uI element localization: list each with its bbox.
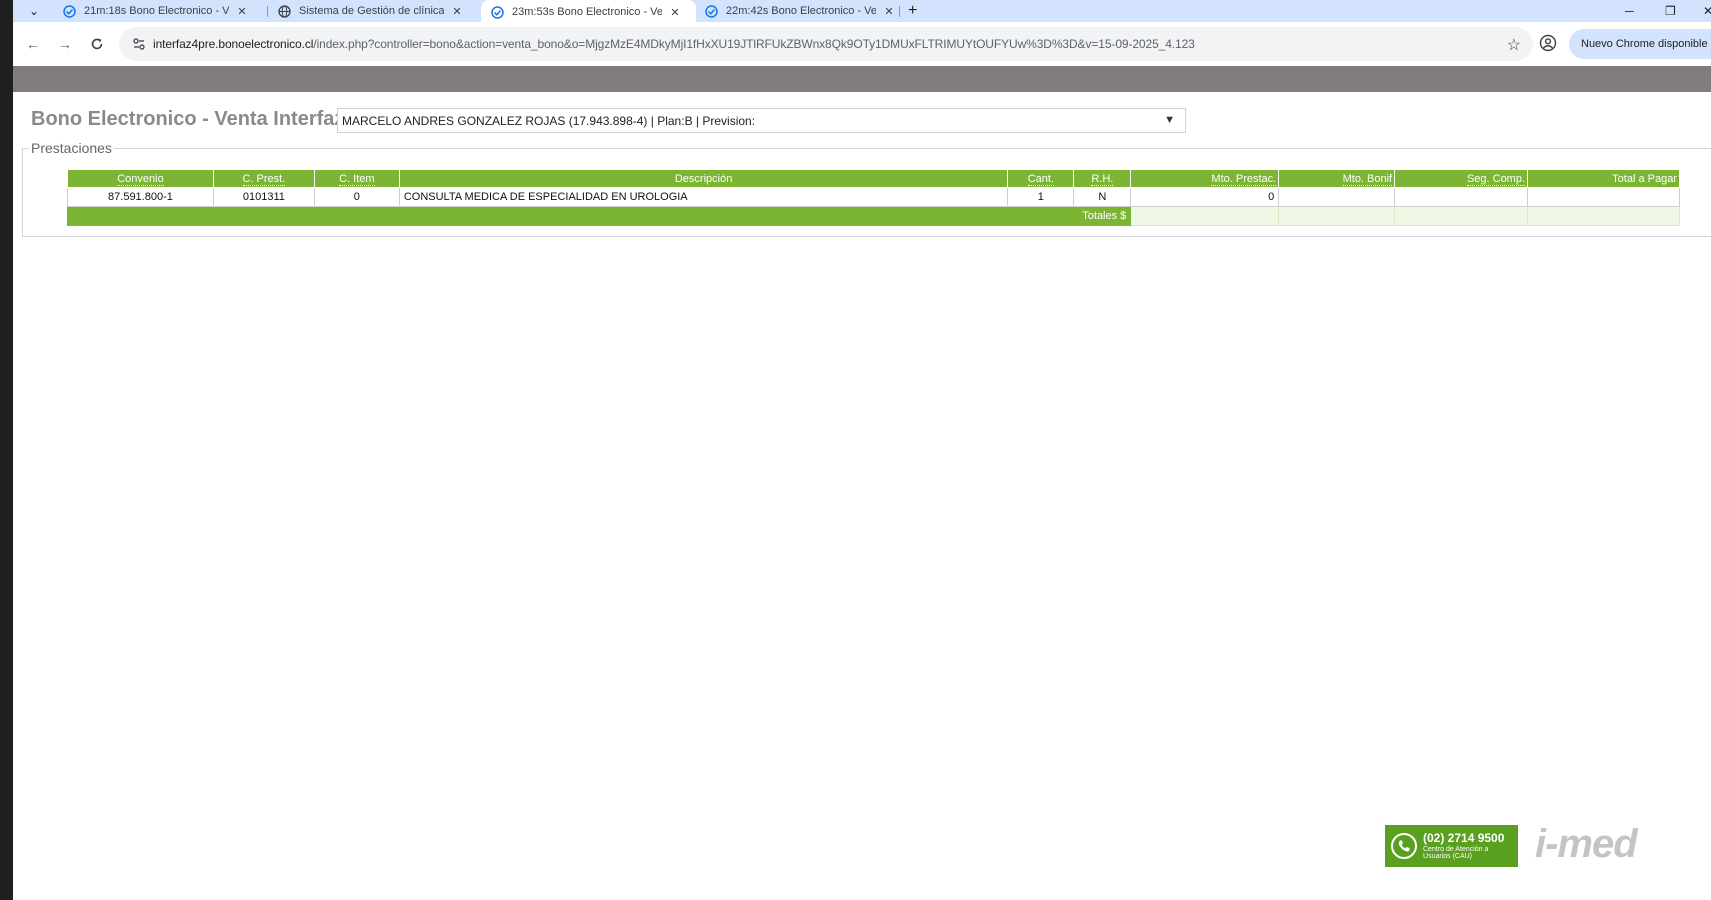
header-cant[interactable]: Cant. [1007, 169, 1075, 188]
header-mto-prestac[interactable]: Mto. Prestac. [1130, 169, 1280, 188]
restore-icon[interactable]: ❐ [1665, 0, 1676, 22]
cell-c-prest: 0101311 [212, 187, 315, 207]
back-arrow-icon[interactable]: ← [23, 34, 43, 54]
cau-caption: Centro de Atención a Usuarios (CAU) [1423, 846, 1489, 860]
url-path: /index.php?controller=bono&action=venta_… [313, 37, 1195, 51]
cau-phone-number: (02) 2714 9500 [1423, 831, 1505, 845]
prestaciones-table: Convenio C. Prest. C. Item Descripción C… [66, 169, 1680, 226]
totals-row: Totales $ [66, 206, 1680, 226]
tab-2[interactable]: Sistema de Gestión de clínica | Ag ✕ [268, 0, 478, 22]
cell-descripcion: CONSULTA MEDICA DE ESPECIALIDAD EN UROLO… [398, 187, 1009, 207]
header-c-item[interactable]: C. Item [313, 169, 400, 188]
cell-seg-comp [1394, 187, 1529, 207]
cell-cant: 1 [1007, 187, 1075, 207]
desktop-edge [0, 0, 13, 900]
tab-3-active[interactable]: 23m:53s Bono Electronico - Venta ✕ [481, 0, 696, 24]
imed-logo: i-med [1535, 822, 1638, 866]
tab-separator [899, 6, 900, 17]
bookmark-star-icon[interactable]: ☆ [1507, 35, 1521, 55]
tab-title: 21m:18s Bono Electronico - Venta [84, 5, 229, 17]
prestaciones-legend: Prestaciones [31, 140, 112, 156]
tab-close-icon[interactable]: ✕ [450, 5, 464, 18]
phone-icon [1391, 833, 1417, 859]
total-mto-prestac [1130, 206, 1280, 226]
forward-arrow-icon[interactable]: → [55, 34, 75, 54]
table-row: 87.591.800-1 0101311 0 CONSULTA MEDICA D… [67, 187, 1680, 207]
patient-select[interactable]: MARCELO ANDRES GONZALEZ ROJAS (17.943.89… [337, 108, 1186, 133]
header-convenio[interactable]: Convenio [67, 169, 214, 188]
bono-favicon-icon [63, 4, 76, 18]
cell-total [1527, 187, 1680, 207]
cell-mto-prestac: 0 [1130, 187, 1280, 207]
total-mto-bonif [1278, 206, 1396, 226]
header-seg-comp[interactable]: Seg. Comp. [1394, 169, 1529, 188]
cell-mto-bonif [1278, 187, 1396, 207]
screen: ⌄ 21m:18s Bono Electronico - Venta ✕ Sis… [0, 0, 1711, 900]
page-header-band [13, 66, 1711, 92]
cell-c-item: 0 [313, 187, 400, 207]
tab-title: 23m:53s Bono Electronico - Venta [512, 6, 662, 18]
header-mto-bonif[interactable]: Mto. Bonif [1278, 169, 1396, 188]
tab-search-icon[interactable]: ⌄ [23, 0, 45, 22]
new-tab-button[interactable]: + [908, 0, 917, 22]
reload-icon[interactable] [87, 34, 107, 54]
total-a-pagar [1527, 206, 1680, 226]
page-title: Bono Electronico - Venta Interfaz [31, 108, 337, 130]
tab-4[interactable]: 22m:42s Bono Electronico - Venta ✕ [695, 0, 905, 22]
url-text[interactable]: interfaz4pre.bonoelectronico.cl/index.ph… [153, 37, 1195, 51]
bono-favicon-icon [705, 4, 718, 18]
header-total: Total a Pagar [1527, 169, 1680, 188]
patient-select-value: MARCELO ANDRES GONZALEZ ROJAS (17.943.89… [342, 113, 756, 128]
total-seg-comp [1394, 206, 1529, 226]
tab-title: Sistema de Gestión de clínica | Ag [299, 5, 444, 17]
tab-strip: ⌄ 21m:18s Bono Electronico - Venta ✕ Sis… [13, 0, 1711, 24]
browser-toolbar: ← → interfaz4pre.bonoelectronico.cl/inde… [13, 22, 1711, 66]
header-descripcion: Descripción [398, 169, 1009, 188]
cell-convenio: 87.591.800-1 [67, 187, 214, 207]
header-c-prest[interactable]: C. Prest. [212, 169, 315, 188]
profile-icon[interactable] [1539, 34, 1559, 54]
minimize-icon[interactable]: ─ [1625, 0, 1634, 22]
cell-rh: N [1073, 187, 1132, 207]
cau-phone-banner: (02) 2714 9500 Centro de Atención a Usua… [1385, 825, 1518, 867]
chrome-update-button[interactable]: Nuevo Chrome disponible [1569, 29, 1711, 59]
tab-close-icon[interactable]: ✕ [668, 6, 682, 19]
tab-close-icon[interactable]: ✕ [235, 5, 249, 18]
site-info-icon[interactable] [131, 36, 147, 52]
close-window-icon[interactable]: ✕ [1703, 0, 1711, 22]
totals-label: Totales $ [66, 206, 1132, 226]
tab-close-icon[interactable]: ✕ [882, 5, 896, 18]
tab-1[interactable]: 21m:18s Bono Electronico - Venta ✕ [53, 0, 263, 22]
globe-icon [278, 4, 291, 18]
table-header-row: Convenio C. Prest. C. Item Descripción C… [67, 169, 1680, 188]
header-rh[interactable]: R.H. [1073, 169, 1132, 188]
dropdown-arrow-icon[interactable]: ▼ [1164, 114, 1175, 126]
url-host: interfaz4pre.bonoelectronico.cl [153, 37, 314, 51]
address-bar[interactable]: interfaz4pre.bonoelectronico.cl/index.ph… [119, 27, 1533, 61]
tab-title: 22m:42s Bono Electronico - Venta [726, 5, 876, 17]
bono-favicon-icon [491, 5, 504, 19]
